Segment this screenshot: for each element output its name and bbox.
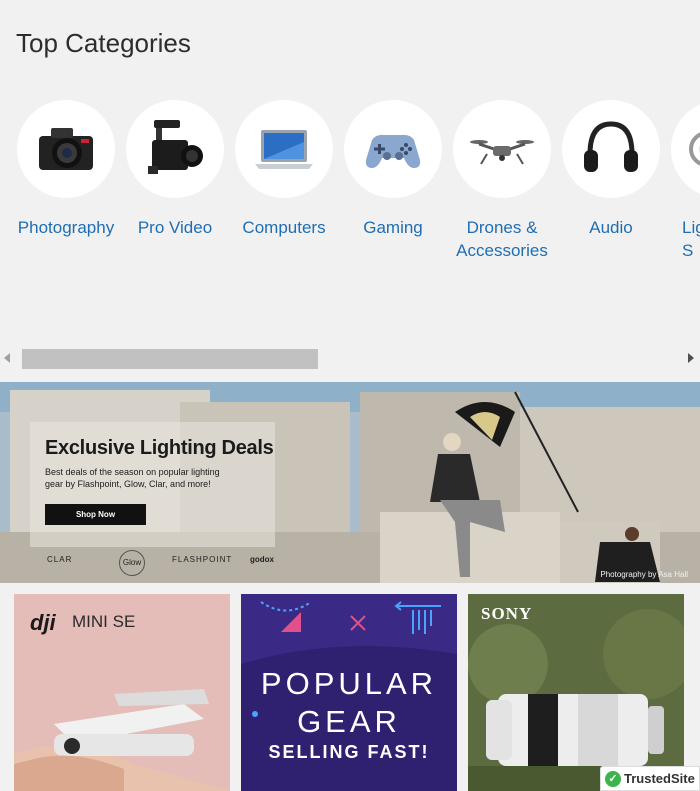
page-title: Top Categories (16, 28, 191, 58)
category-lighting[interactable]: Lig S (665, 100, 700, 262)
shop-now-button[interactable]: Shop Now (45, 504, 146, 525)
category-label[interactable]: Lig S (665, 216, 700, 262)
drone-icon[interactable] (453, 100, 551, 198)
brand-logo-godox: godox (250, 555, 274, 564)
scroll-left-icon[interactable] (4, 353, 10, 363)
laptop-icon[interactable] (235, 100, 333, 198)
category-label[interactable]: Photography (11, 216, 121, 239)
horizontal-scrollbar[interactable] (0, 347, 700, 371)
headphones-icon[interactable] (562, 100, 660, 198)
promo-tile-dji[interactable]: dji MINI SE (14, 594, 230, 791)
scrollbar-thumb[interactable] (22, 349, 318, 369)
category-photography[interactable]: Photography (11, 100, 121, 239)
brand-logo-flashpoint: FLASHPOINT (172, 555, 233, 564)
category-label[interactable]: Drones & Accessories (447, 216, 557, 262)
brand-logo-glow: Glow (119, 550, 145, 576)
trustedsite-badge[interactable]: ✓ TrustedSite (600, 766, 700, 791)
category-label[interactable]: Gaming (338, 216, 448, 239)
sony-logo: SONY (481, 604, 533, 623)
camera-icon[interactable] (17, 100, 115, 198)
lighting-icon[interactable] (671, 100, 700, 198)
category-audio[interactable]: Audio (556, 100, 666, 239)
category-drones[interactable]: Drones & Accessories (447, 100, 557, 262)
photo-credit: Photography by Asa Hall (600, 570, 688, 579)
tile-product-name: MINI SE (72, 612, 136, 631)
lighting-deals-banner[interactable]: Exclusive Lighting Deals Best deals of t… (0, 382, 700, 583)
banner-subtitle: Best deals of the season on popular ligh… (45, 467, 220, 489)
promo-tile-popular-gear[interactable]: POPULAR GEAR SELLING FAST! (241, 594, 457, 791)
tile-headline-line1: POPULAR (260, 666, 438, 701)
gamepad-icon[interactable] (344, 100, 442, 198)
category-label[interactable]: Computers (229, 216, 339, 239)
category-gaming[interactable]: Gaming (338, 100, 448, 239)
scroll-right-icon[interactable] (688, 353, 694, 363)
check-icon: ✓ (605, 771, 621, 787)
category-carousel: Photography Pro Video Computers Gaming D… (0, 100, 700, 300)
category-label[interactable]: Pro Video (120, 216, 230, 239)
trustedsite-label: TrustedSite (624, 771, 695, 786)
category-pro-video[interactable]: Pro Video (120, 100, 230, 239)
brand-logo-clar: CLAR (47, 555, 73, 564)
video-camera-icon[interactable] (126, 100, 224, 198)
dji-logo: dji (30, 610, 56, 635)
tile-headline-line3: SELLING FAST! (268, 742, 430, 762)
category-label[interactable]: Audio (556, 216, 666, 239)
category-computers[interactable]: Computers (229, 100, 339, 239)
promo-tile-sony[interactable]: SONY (468, 594, 684, 791)
banner-title: Exclusive Lighting Deals (45, 437, 274, 459)
tile-headline-line2: GEAR (297, 704, 401, 739)
